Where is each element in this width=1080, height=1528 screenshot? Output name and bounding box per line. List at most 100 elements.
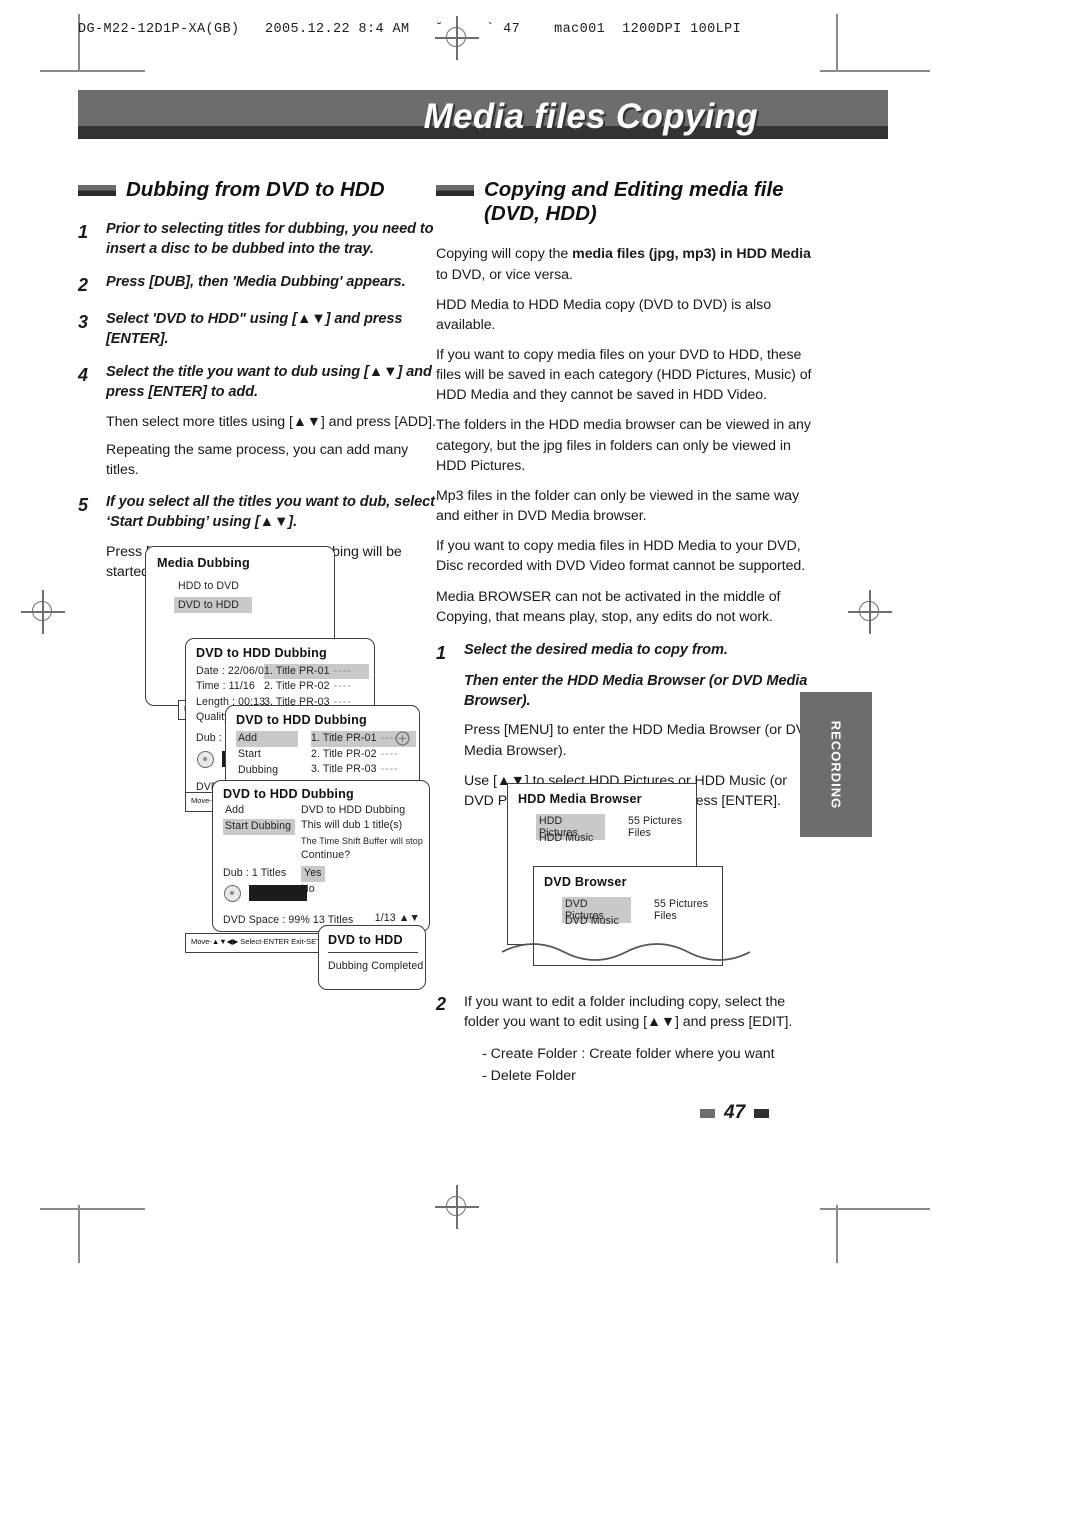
osd-title: DVD to HDD <box>328 933 403 947</box>
torn-edge-wave <box>501 943 750 961</box>
page-canvas: DG-M22-12D1P-XA(GB) 2005.12.22 8:4 AM ˘ … <box>0 0 1080 1528</box>
disc-icon <box>224 885 241 902</box>
osd-title-label: 3. Title PR-03 <box>311 763 377 776</box>
step-number: 2 <box>436 994 447 1014</box>
osd-info-time: Time : 11/16 <box>196 680 255 693</box>
intro-pre: Copying will copy the <box>436 246 573 263</box>
section-heading-copying: Copying and Editing media file (DVD, HDD… <box>436 178 818 226</box>
right-step-2-block: 2 If you want to edit a folder including… <box>436 992 818 1087</box>
step-2: 2 Press [DUB], then 'Media Dubbing' appe… <box>78 273 438 297</box>
osd-paging: 1/13 ▲▼ <box>374 912 420 924</box>
body-paragraph: HDD Media to HDD Media copy (DVD to DVD)… <box>436 296 772 333</box>
osd-title-label: 1. Title PR-01 <box>311 732 377 744</box>
step-3: 3 Select 'DVD to HDD" using [▲▼] and pre… <box>78 310 438 350</box>
side-tab-label: RECORDING <box>828 720 844 809</box>
registration-mark-bottom <box>435 1185 479 1229</box>
step-note: Then select more titles using [▲▼] and p… <box>106 413 436 430</box>
osd-dvd-pictures-count: 55 Pictures Files <box>654 898 709 922</box>
osd-menu-start-dubbing[interactable]: Start Dubbing <box>223 818 295 835</box>
osd-title: Media Dubbing <box>157 556 250 570</box>
step-lead-2: Then enter the HDD Media Browser (or DVD… <box>464 672 808 709</box>
step-lead: Select 'DVD to HDD" using [▲▼] and press… <box>106 311 403 348</box>
step-4: 4 Select the title you want to dub using… <box>78 363 438 480</box>
registration-mark-right <box>848 590 892 634</box>
osd-item-hdd-to-dvd[interactable]: HDD to DVD <box>178 580 239 592</box>
step-dash-item: - Delete Folder <box>482 1067 576 1084</box>
osd-confirm-line: Continue? <box>301 849 351 862</box>
osd-menu-add[interactable]: Add <box>236 731 298 747</box>
step-dash-item: - Create Folder : Create folder where yo… <box>482 1046 775 1063</box>
step-number: 2 <box>78 274 89 295</box>
osd-title: HDD Media Browser <box>518 792 642 806</box>
osd-dub-confirm: DVD to HDD Dubbing Add Start Dubbing DVD… <box>212 780 430 932</box>
osd-done-message: Dubbing Completed <box>328 960 424 972</box>
osd-title-row[interactable]: 1. Title PR-01 ---- <box>264 664 369 680</box>
section-bullet-icon <box>436 185 474 196</box>
osd-footer-label: Move-▲▼◀▶ Select-ENTER Exit-SETUP <box>191 937 332 946</box>
osd-menu-start-dubbing[interactable]: Start Dubbing <box>236 747 298 779</box>
left-column: Dubbing from DVD to HDD 1 Prior to selec… <box>78 178 438 582</box>
page-title: Media files Copying <box>423 97 758 136</box>
osd-title-label: 2. Title PR-02 <box>311 747 377 760</box>
step-number: 3 <box>78 312 89 333</box>
osd-menu-add[interactable]: Add <box>223 803 295 819</box>
osd-dub-count: Dub : 1 Titles <box>223 867 287 879</box>
dotted-filler: ---- <box>329 665 352 677</box>
osd-confirm-title: DVD to HDD Dubbing <box>301 804 406 816</box>
osd-title: DVD to HDD Dubbing <box>236 713 367 727</box>
page-number-left-mark <box>700 1108 715 1118</box>
page-number-right-mark <box>754 1108 770 1118</box>
osd-title: DVD Browser <box>544 875 627 889</box>
osd-confirm-no[interactable]: No <box>301 882 429 897</box>
registration-mark-left <box>21 590 65 634</box>
intro-bold: media files (jpg, mp3) in HDD Media <box>572 246 811 263</box>
page-number: 47 <box>724 1102 746 1123</box>
disc-icon <box>197 751 214 768</box>
step-lead: Select the desired media to copy from. <box>464 641 728 658</box>
crop-line-bottom-right-v <box>836 1205 838 1263</box>
crop-line-bottom-left-v <box>78 1205 80 1263</box>
body-paragraph: Media BROWSER can not be activated in th… <box>436 588 781 625</box>
osd-title-row[interactable]: 2. Title PR-02 ---- <box>311 747 416 763</box>
crop-line-top-right <box>820 70 930 72</box>
step-number: 5 <box>78 495 89 516</box>
osd-hdd-pictures-count: 55 Pictures Files <box>628 815 683 839</box>
osd-confirm-yes[interactable]: Yes <box>301 866 325 882</box>
body-paragraph: Mp3 files in the folder can only be view… <box>436 487 800 525</box>
intro-paragraph: Copying will copy the media files (jpg, … <box>436 244 818 284</box>
step-1: 1 Prior to selecting titles for dubbing,… <box>78 220 438 260</box>
step-lead: If you select all the titles you want to… <box>106 494 435 530</box>
crop-line-bottom-left <box>40 1208 145 1210</box>
prepress-slug: DG-M22-12D1P-XA(GB) 2005.12.22 8:4 AM ˘ … <box>78 22 742 37</box>
crop-line-bottom-right <box>820 1208 930 1210</box>
osd-item-hdd-music[interactable]: HDD Music <box>539 832 593 844</box>
step-lead: Prior to selecting titles for dubbing, y… <box>106 221 434 258</box>
section-heading-label: Copying and Editing media file (DVD, HDD… <box>484 178 784 226</box>
right-column: Copying and Editing media file (DVD, HDD… <box>436 178 818 811</box>
step-number: 1 <box>78 222 89 243</box>
step-lead: Press [DUB], then 'Media Dubbing' appear… <box>106 273 406 290</box>
osd-info-date: Date : 22/06/05 <box>196 665 270 677</box>
osd-item-dvd-music[interactable]: DVD Music <box>565 915 619 927</box>
section-bullet-icon <box>78 185 116 196</box>
osd-item-dvd-to-hdd[interactable]: DVD to HDD <box>174 597 252 613</box>
divider <box>328 952 418 954</box>
osd-title-row[interactable]: 3. Title PR-03 ---- <box>311 762 416 778</box>
page-number-block: 47 <box>700 1102 770 1124</box>
dotted-filler: ---- <box>329 680 352 693</box>
osd-title-label: 2. Title PR-02 <box>264 680 330 693</box>
crop-line-top-right-v <box>836 14 838 72</box>
step-note: Press [MENU] to enter the HDD Media Brow… <box>464 722 816 759</box>
body-paragraph: If you want to copy media files in HDD M… <box>436 538 806 575</box>
dotted-filler: ---- <box>376 747 399 760</box>
osd-title: DVD to HDD Dubbing <box>196 646 327 660</box>
step-lead: If you want to edit a folder including c… <box>464 994 793 1031</box>
progress-bar <box>249 885 307 901</box>
step-number: 4 <box>78 364 89 385</box>
osd-confirm-line: This will dub 1 title(s) <box>301 819 403 832</box>
right-step-2: 2 If you want to edit a folder including… <box>436 992 818 1087</box>
step-lead: Select the title you want to dub using [… <box>106 363 432 400</box>
osd-title-row[interactable]: 2. Title PR-02 ---- <box>264 679 369 694</box>
section-heading-dubbing: Dubbing from DVD to HDD <box>78 178 438 202</box>
osd-title: DVD to HDD Dubbing <box>223 787 354 801</box>
